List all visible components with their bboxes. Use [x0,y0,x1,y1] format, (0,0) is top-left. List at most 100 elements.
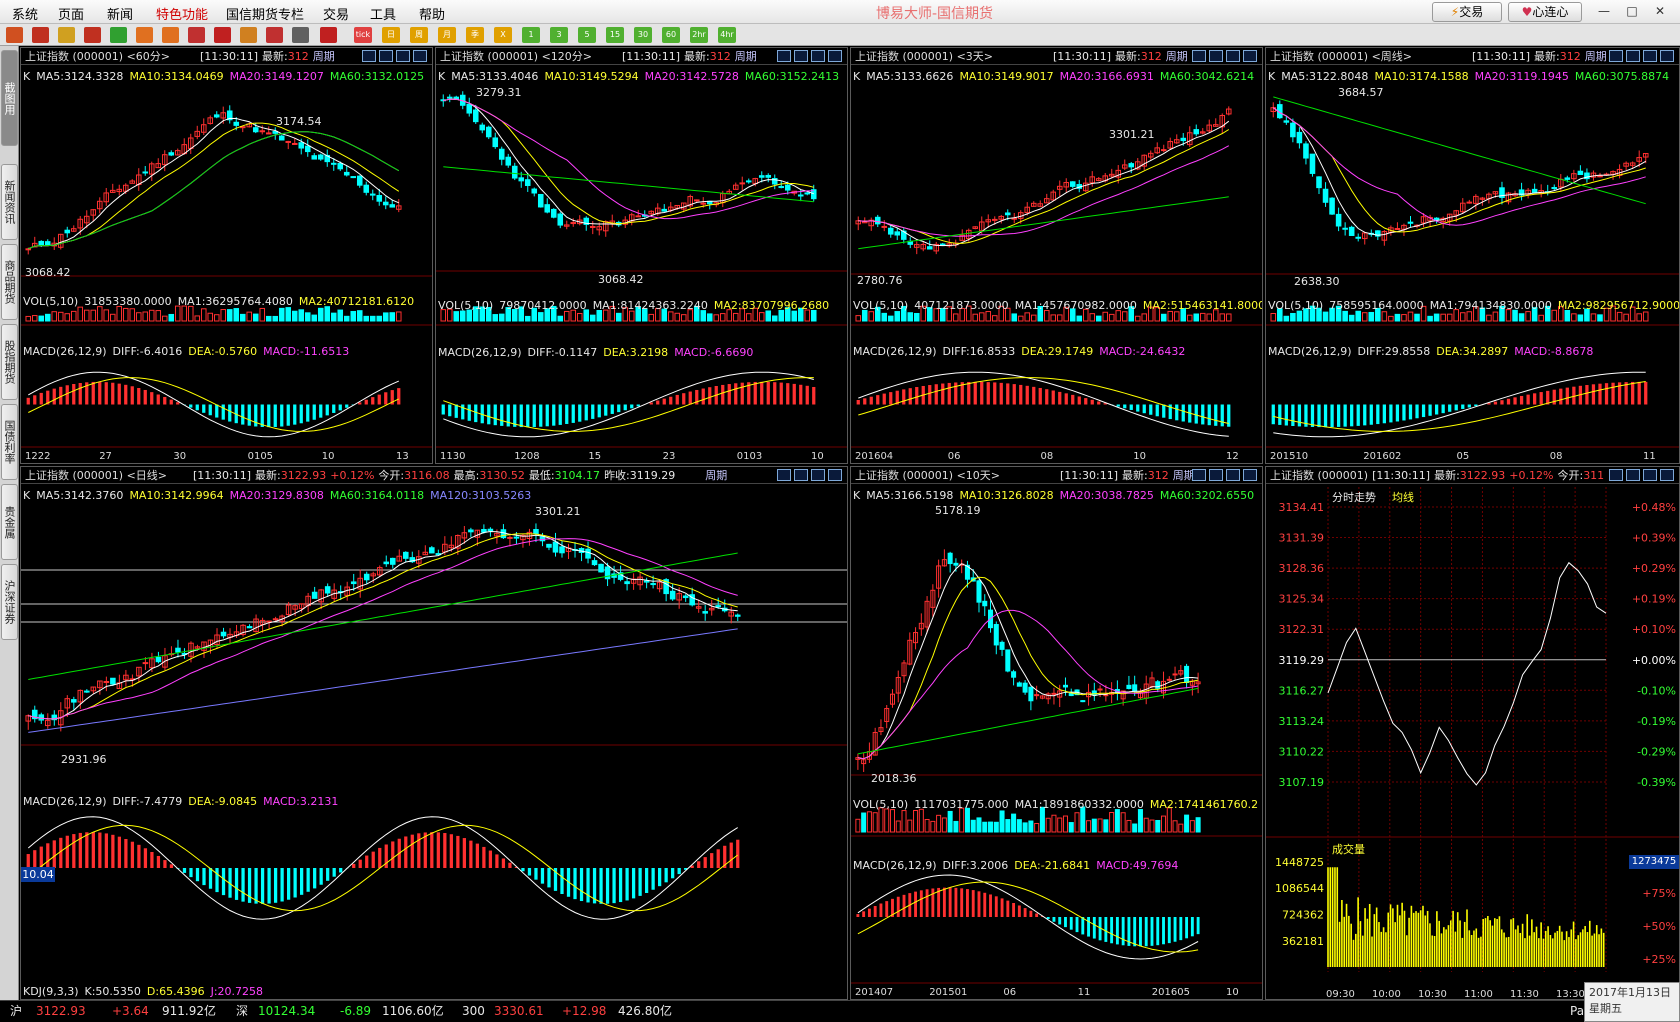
period-5-button[interactable]: 5 [578,27,596,43]
trade-button[interactable]: ⚡交易 [1432,2,1502,22]
volume-bar [1388,315,1394,322]
period-季-button[interactable]: 季 [466,27,484,43]
tab-precious-metals[interactable]: 贵金属 [1,484,18,560]
menu-help[interactable]: 帮助 [419,4,445,23]
refresh-icon[interactable] [110,27,127,43]
volume-bar [719,313,726,322]
period-X-button[interactable]: X [494,27,512,43]
table-icon[interactable] [84,27,101,43]
vol-line: VOL(5,10) 758595164.0000 MA1:794134830.000… [1266,299,1679,313]
volume-bar [1089,313,1096,322]
volume-bar [1178,823,1184,833]
toolbar: tick 日周月季 X 1 3 5 15 30 60 2hr 4hr [0,24,1680,46]
x-axis-tick-label: 10 [1226,987,1239,998]
chart-panel-intraday[interactable]: 上证指数 (000001) [11:30:11] 最新:3122.93 +0.12% 今… [1265,466,1680,1000]
close-icon[interactable]: ✕ [1648,2,1672,20]
candle-body [693,199,700,202]
ma10-line [28,533,738,720]
chart-panel-120min[interactable]: 上证指数 (000001) <120分> [11:30:11] 最新:312 周期 1… [435,47,848,464]
volume-bar [252,313,259,322]
tab-securities[interactable]: 沪深证券 [1,564,18,640]
candle-body [259,130,266,133]
vol-label: VOL(5,10) [1268,299,1324,312]
minimize-icon[interactable]: — [1592,2,1616,20]
chart-panel-60min[interactable]: 上证指数 (000001) <60分> [11:30:11] 最新:312 周期 12… [20,47,433,464]
menu-futures-column[interactable]: 国信期货专栏 [226,4,304,23]
macd-label: MACD(26,12,9) [23,795,107,808]
volume-bar [1172,820,1178,833]
period-周-button[interactable]: 周 [410,27,428,43]
zoom-out-icon[interactable] [162,27,179,43]
ma20-line [857,609,1199,760]
period-4hr-button[interactable]: 4hr [718,27,736,43]
period-月-button[interactable]: 月 [438,27,456,43]
period-3-button[interactable]: 3 [550,27,568,43]
tab-screenshot[interactable]: 截图用 [1,50,18,146]
menu-tools[interactable]: 工具 [370,4,396,23]
volume-bar [991,315,998,322]
list-icon[interactable] [292,27,309,43]
tab-commodity[interactable]: 商品期货 [1,244,18,320]
candle-body [233,121,240,126]
volume-bar [1225,313,1232,322]
candle-body [71,699,77,703]
period-15-button[interactable]: 15 [606,27,624,43]
ma60-value: MA60:3075.8874 [1574,70,1670,83]
window-icon[interactable] [188,27,205,43]
chart-panel-10day[interactable]: 上证指数 (000001) <10天> [11:30:11] 最新:312 周期 20… [850,466,1263,1000]
back-icon[interactable] [6,27,23,43]
volume-bar [1143,817,1149,833]
menu-news[interactable]: 新闻 [107,4,133,23]
heart-button[interactable]: ♥心连心 [1508,2,1582,22]
ma60-value: MA60:3164.0118 [329,489,425,502]
menu-page[interactable]: 页面 [58,4,84,23]
period-tick-button[interactable]: tick [354,27,372,43]
candle-body [976,580,982,603]
low-label: 2780.76 [857,274,903,287]
vol-ma2: MA2:982956712.9000 [1557,299,1680,312]
candle-body [1011,671,1017,678]
save-icon[interactable] [58,27,75,43]
volume-bar [537,312,544,322]
sz-label: 深 [236,1004,249,1018]
volume-bar [1577,314,1584,322]
menu-special[interactable]: 特色功能 [156,4,208,23]
chart-panel-daily[interactable]: 上证指数 (000001) <日线> [11:30:11] 最新:3122.93 +0… [20,466,848,1000]
k-label: K [23,489,31,502]
volume-bar [918,808,924,833]
filter-icon[interactable] [266,27,283,43]
time-axis-label: 11:30 [1510,989,1539,999]
chart-panel-3day[interactable]: 上证指数 (000001) <3天> [11:30:11] 最新:312 周期 201… [850,47,1263,464]
candle-body [513,536,520,539]
candle-body [682,595,689,599]
zoom-in-icon[interactable] [136,27,153,43]
brush-icon[interactable] [240,27,257,43]
p120-canvas: 1130 1208 15 23 0103 10 [436,91,847,462]
macd-line: MACD(26,12,9) DIFF:-6.4016 DEA:-0.5760 MACD… [21,345,432,359]
volume-bar [44,313,51,322]
menu-trade[interactable]: 交易 [323,4,349,23]
vol-ma2: MA2:83707996.2680 [713,299,830,312]
volume-bar [861,812,867,833]
volume-bar [953,820,959,833]
chart-icon[interactable] [320,27,337,43]
tab-index-futures[interactable]: 股指期货 [1,324,18,400]
period-日-button[interactable]: 日 [382,27,400,43]
candle-body [643,580,650,583]
period-1-button[interactable]: 1 [522,27,540,43]
chart-panel-weekly[interactable]: 上证指数 (000001) <周线> [11:30:11] 最新:312 周期 201… [1265,47,1680,464]
volume-bar [83,309,90,322]
volume-bar [1160,815,1167,833]
menu-system[interactable]: 系统 [12,4,38,23]
period-30-button[interactable]: 30 [634,27,652,43]
candle-body [1166,678,1172,681]
tab-treasury[interactable]: 国债利率 [1,404,18,480]
pen-icon[interactable] [214,27,231,43]
home-icon[interactable] [32,27,49,43]
volume-bar [278,307,285,322]
period-2hr-button[interactable]: 2hr [690,27,708,43]
maximize-icon[interactable]: □ [1620,2,1644,20]
period-60-button[interactable]: 60 [662,27,680,43]
volume-bar [1108,313,1115,322]
tab-news[interactable]: 新闻资讯 [1,164,18,240]
